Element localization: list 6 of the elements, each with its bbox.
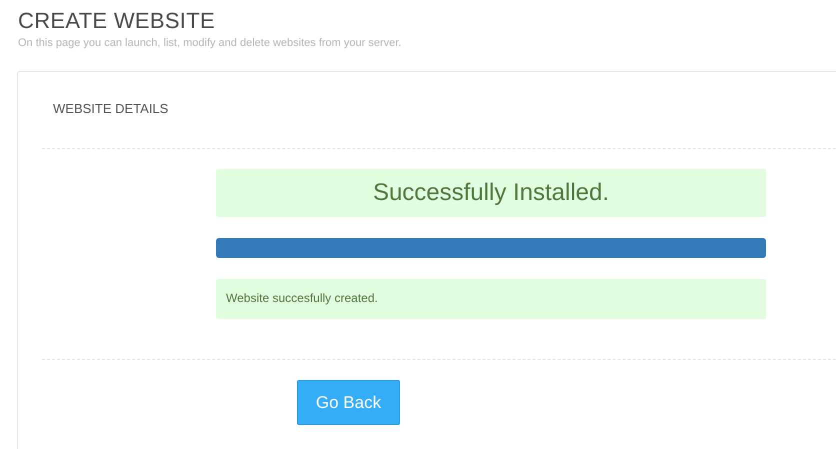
page-subtitle: On this page you can launch, list, modify and delete websites from your server. [18,37,402,49]
page-title: CREATE WEBSITE [18,8,216,34]
card-title: WEBSITE DETAILS [53,101,168,116]
go-back-button[interactable]: Go Back [297,380,400,425]
success-banner: Successfully Installed. [216,169,766,217]
success-alert: Website succesfully created. [216,279,766,319]
